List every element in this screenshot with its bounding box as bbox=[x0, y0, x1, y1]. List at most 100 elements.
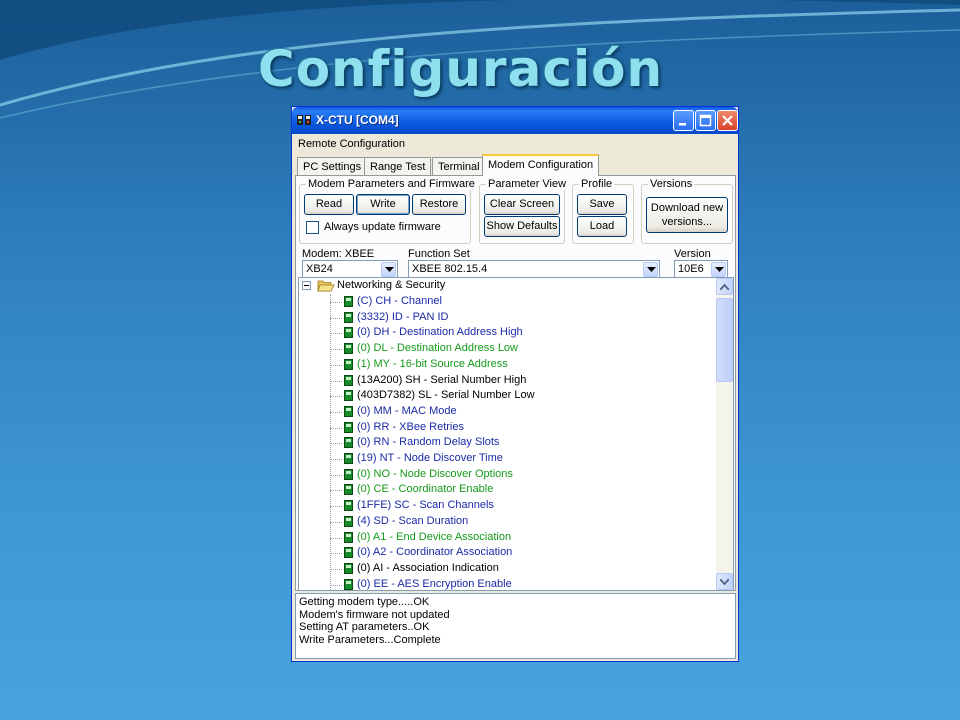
restore-button[interactable]: Restore bbox=[412, 194, 466, 215]
parameter-node-icon bbox=[344, 421, 353, 433]
tree-item-label: (0) AI - Association Indication bbox=[357, 561, 499, 574]
tree-item[interactable]: (0) RN - Random Delay Slots bbox=[299, 435, 709, 451]
load-profile-button[interactable]: Load bbox=[577, 216, 627, 237]
scroll-down-button[interactable] bbox=[716, 573, 733, 590]
tree-item[interactable]: (0) MM - MAC Mode bbox=[299, 404, 709, 420]
chevron-up-icon bbox=[720, 284, 729, 290]
tree-root-label: Networking & Security bbox=[337, 279, 446, 291]
tab-terminal[interactable]: Terminal bbox=[432, 157, 486, 175]
function-set-dropdown-button[interactable] bbox=[643, 262, 658, 277]
xctu-app-icon bbox=[297, 115, 311, 125]
parameter-node-icon bbox=[344, 547, 353, 559]
always-update-firmware-checkbox[interactable] bbox=[306, 221, 319, 234]
versions-group: Versions Download new versions... bbox=[641, 178, 733, 244]
tree-item[interactable]: (4) SD - Scan Duration bbox=[299, 514, 709, 530]
status-log[interactable]: Getting modem type.....OK Modem's firmwar… bbox=[295, 593, 736, 659]
tree-item[interactable]: (0) RR - XBee Retries bbox=[299, 420, 709, 436]
window-titlebar[interactable]: X-CTU [COM4] bbox=[292, 107, 738, 134]
tree-item-label: (0) DL - Destination Address Low bbox=[357, 342, 518, 355]
modem-parameters-group-label: Modem Parameters and Firmware bbox=[306, 178, 477, 190]
tree-item[interactable]: (C) CH - Channel bbox=[299, 294, 709, 310]
tab-pc-settings[interactable]: PC Settings bbox=[297, 157, 368, 175]
parameter-node-icon bbox=[344, 437, 353, 449]
versions-group-label: Versions bbox=[648, 178, 695, 190]
parameter-node-icon bbox=[344, 343, 353, 355]
collapse-toggle[interactable] bbox=[302, 281, 311, 290]
tree-item[interactable]: (0) NO - Node Discover Options bbox=[299, 467, 709, 483]
tree-item-label: (C) CH - Channel bbox=[357, 295, 442, 307]
profile-group: Profile Save Load bbox=[572, 178, 634, 244]
write-button[interactable]: Write bbox=[356, 194, 410, 215]
tree-item[interactable]: (13A200) SH - Serial Number High bbox=[299, 373, 709, 389]
function-set-label: Function Set bbox=[408, 248, 470, 260]
tree-item-label: (0) CE - Coordinator Enable bbox=[357, 483, 494, 496]
close-button[interactable] bbox=[717, 110, 738, 131]
tree-item-label: (19) NT - Node Discover Time bbox=[357, 452, 503, 464]
tree-item[interactable]: (1) MY - 16-bit Source Address bbox=[299, 357, 709, 373]
clear-screen-button[interactable]: Clear Screen bbox=[484, 194, 560, 215]
scroll-up-button[interactable] bbox=[716, 278, 733, 295]
tree-root-networking-security[interactable]: Networking & Security bbox=[299, 278, 709, 294]
version-label: Version bbox=[674, 248, 711, 260]
tree-item-label: (13A200) SH - Serial Number High bbox=[357, 373, 527, 386]
tree-item-label: (0) NO - Node Discover Options bbox=[357, 467, 513, 480]
chevron-down-icon bbox=[720, 579, 729, 585]
version-dropdown-button[interactable] bbox=[711, 262, 726, 277]
parameter-node-icon bbox=[344, 531, 353, 543]
tree-item[interactable]: (0) A2 - Coordinator Association bbox=[299, 545, 709, 561]
parameter-view-group: Parameter View Clear Screen Show Default… bbox=[479, 178, 569, 244]
slide-title: Configuración bbox=[258, 40, 664, 98]
parameter-node-icon bbox=[344, 515, 353, 527]
parameter-node-icon bbox=[344, 311, 353, 323]
status-log-line: Getting modem type.....OK bbox=[299, 596, 430, 608]
modem-parameters-group: Modem Parameters and Firmware Read Write… bbox=[299, 178, 477, 244]
parameter-node-icon bbox=[344, 500, 353, 512]
modem-select-value: XB24 bbox=[306, 263, 333, 275]
tree-item[interactable]: (0) CE - Coordinator Enable bbox=[299, 482, 709, 498]
tree-item-label: (0) MM - MAC Mode bbox=[357, 404, 457, 417]
download-new-versions-button[interactable]: Download new versions... bbox=[646, 197, 728, 233]
window-title: X-CTU [COM4] bbox=[316, 113, 399, 127]
save-profile-button[interactable]: Save bbox=[577, 194, 627, 215]
tree-item[interactable]: (1FFE) SC - Scan Channels bbox=[299, 498, 709, 514]
minimize-button[interactable] bbox=[673, 110, 694, 131]
minus-icon bbox=[304, 285, 309, 286]
parameter-node-icon bbox=[344, 453, 353, 464]
minimize-icon bbox=[679, 123, 686, 126]
tree-item[interactable]: (0) DH - Destination Address High bbox=[299, 325, 709, 341]
status-log-line: Setting AT parameters..OK bbox=[299, 621, 430, 633]
tree-item[interactable]: (403D7382) SL - Serial Number Low bbox=[299, 388, 709, 404]
xctu-window: X-CTU [COM4] Remote Configuration PC Set… bbox=[291, 106, 739, 662]
tree-item[interactable]: (3332) ID - PAN ID bbox=[299, 310, 709, 326]
tree-item[interactable]: (0) DL - Destination Address Low bbox=[299, 341, 709, 357]
maximize-button[interactable] bbox=[695, 110, 716, 131]
show-defaults-button[interactable]: Show Defaults bbox=[484, 216, 560, 237]
parameter-node-icon bbox=[344, 358, 353, 370]
chevron-down-icon bbox=[385, 267, 394, 272]
status-log-line: Modem's firmware not updated bbox=[299, 608, 450, 621]
status-log-line: Write Parameters...Complete bbox=[299, 633, 441, 646]
modem-select-dropdown-button[interactable] bbox=[381, 262, 396, 277]
tab-range-test[interactable]: Range Test bbox=[364, 157, 432, 175]
always-update-firmware-label: Always update firmware bbox=[324, 221, 441, 233]
tree-item[interactable]: (19) NT - Node Discover Time bbox=[299, 451, 709, 467]
scroll-thumb[interactable] bbox=[716, 298, 733, 382]
tree-item[interactable]: (0) AI - Association Indication bbox=[299, 561, 709, 577]
tree-item-label: (1FFE) SC - Scan Channels bbox=[357, 499, 494, 512]
tree-item-label: (3332) ID - PAN ID bbox=[357, 310, 449, 323]
tree-vertical-scrollbar[interactable] bbox=[716, 278, 733, 590]
read-button[interactable]: Read bbox=[304, 194, 354, 215]
remote-configuration-label[interactable]: Remote Configuration bbox=[298, 138, 405, 150]
tree-item-label: (1) MY - 16-bit Source Address bbox=[357, 357, 508, 370]
parameter-tree[interactable]: Networking & Security (C) CH - Channel (3… bbox=[298, 277, 734, 591]
tab-modem-configuration[interactable]: Modem Configuration bbox=[482, 154, 600, 176]
tree-item-label: (0) RN - Random Delay Slots bbox=[357, 436, 500, 449]
parameter-node-icon bbox=[344, 390, 353, 402]
modem-label: Modem: XBEE bbox=[302, 248, 375, 260]
tree-item[interactable]: (0) EE - AES Encryption Enable bbox=[299, 577, 709, 590]
tree-item[interactable]: (0) A1 - End Device Association bbox=[299, 530, 709, 546]
parameter-node-icon bbox=[344, 468, 353, 480]
tree-item-label: (0) RR - XBee Retries bbox=[357, 420, 464, 433]
chevron-down-icon bbox=[647, 267, 656, 272]
parameter-node-icon bbox=[344, 405, 353, 417]
